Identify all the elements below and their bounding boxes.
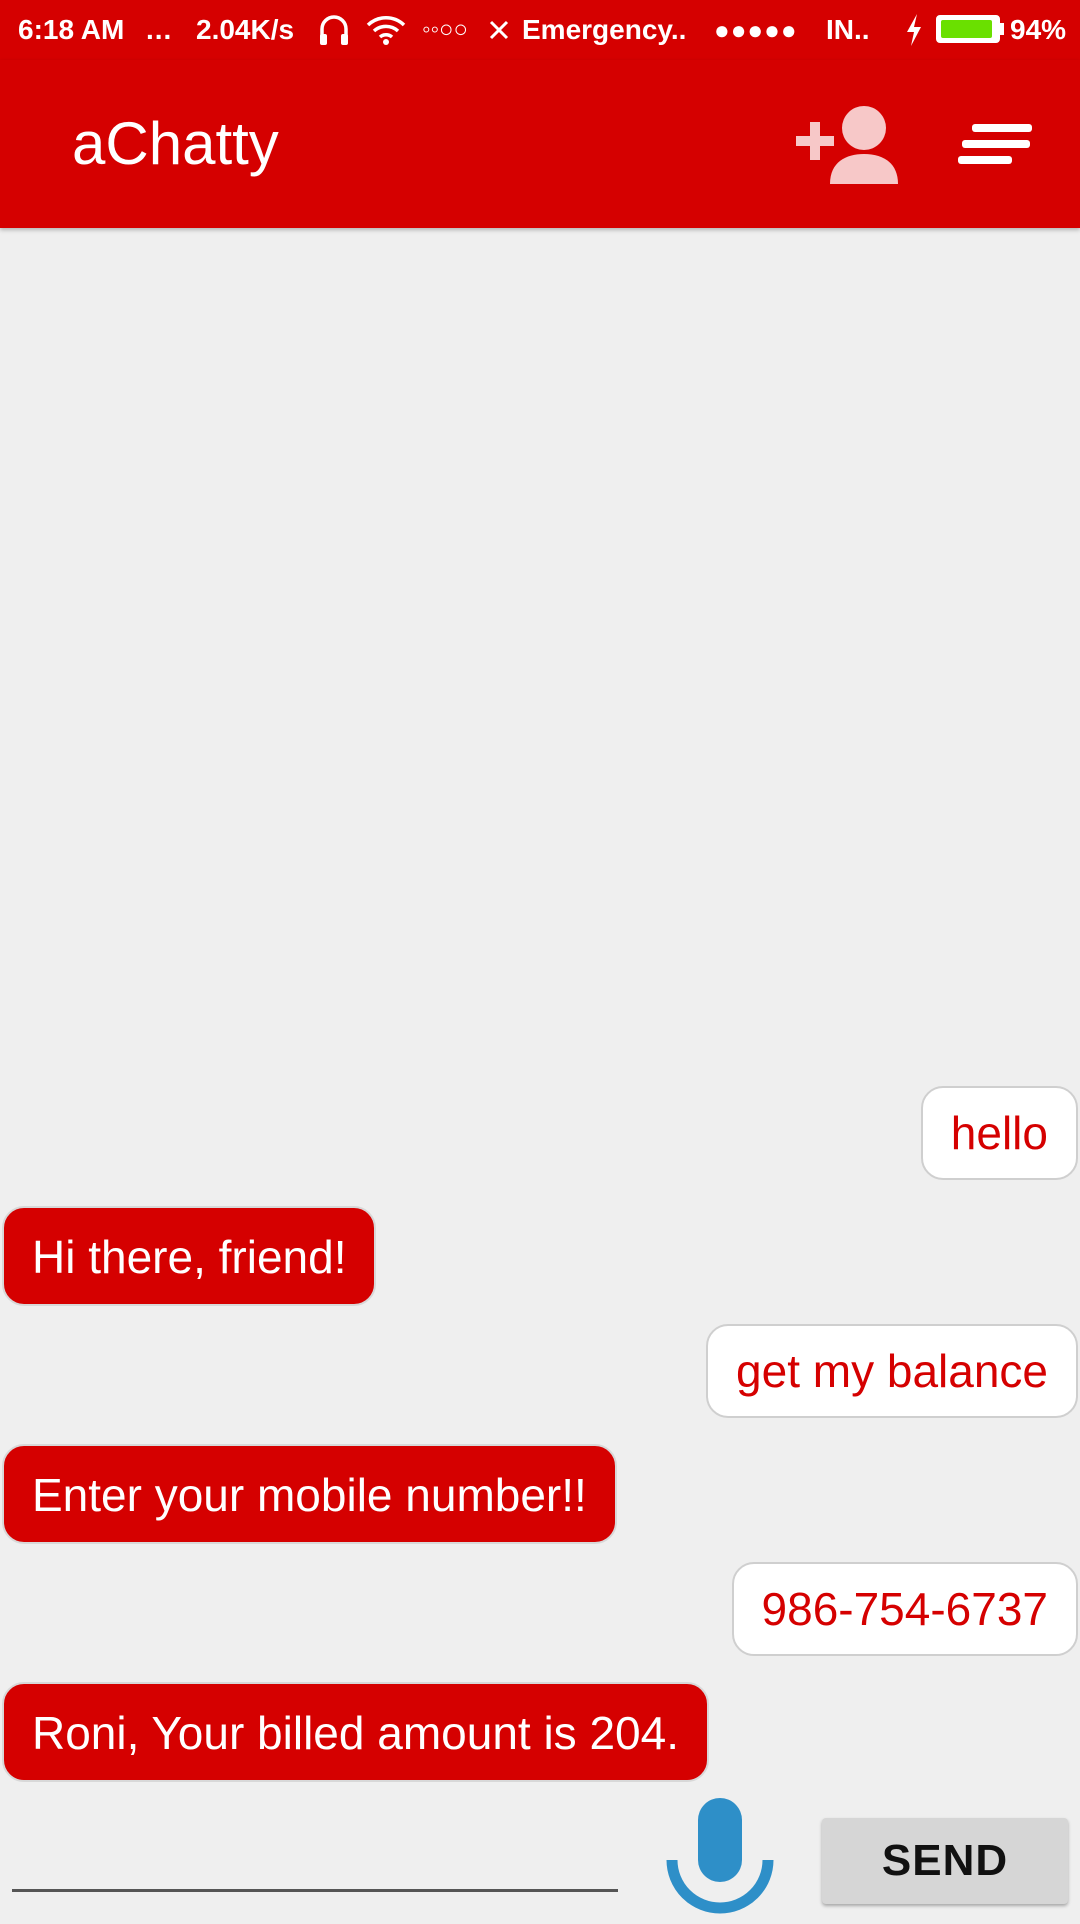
- headphones-icon: [318, 0, 350, 60]
- status-time: 6:18 AM: [18, 14, 125, 45]
- voice-input-button[interactable]: [660, 1796, 780, 1920]
- battery-icon: [936, 15, 1000, 43]
- menu-icon: [958, 124, 1032, 164]
- bot-message-bubble: Enter your mobile number!!: [2, 1444, 617, 1544]
- bot-message-bubble: Roni, Your billed amount is 204.: [2, 1682, 709, 1782]
- status-network-speed: 2.04K/s: [196, 14, 295, 45]
- message-input[interactable]: [12, 1820, 618, 1892]
- app-bar: aChatty: [0, 60, 1080, 228]
- status-battery-percent: 94%: [1010, 14, 1067, 45]
- no-signal-icon: [488, 0, 510, 60]
- microphone-icon: [666, 1798, 774, 1914]
- menu-button[interactable]: [950, 116, 1040, 176]
- status-signal-strong: ●●●●●: [714, 15, 798, 45]
- battery-tip: [1000, 23, 1004, 35]
- status-carrier: Emergency..: [522, 14, 687, 45]
- bot-message-bubble: Hi there, friend!: [2, 1206, 377, 1306]
- user-message-bubble: 986-754-6737: [731, 1562, 1078, 1656]
- wifi-icon: [366, 0, 406, 60]
- app-title: aChatty: [72, 110, 279, 177]
- status-bar: 6:18 AM ... 2.04K/s ◦◦○○ Emergency.. ●●●…: [0, 0, 1080, 60]
- user-message-bubble: get my balance: [706, 1324, 1078, 1418]
- user-message-bubble: hello: [920, 1086, 1078, 1180]
- add-contact-button[interactable]: [790, 96, 910, 192]
- chat-area: hello Hi there, friend! get my balance E…: [0, 228, 1080, 1788]
- add-user-icon: [796, 106, 898, 184]
- status-signal-weak: ◦◦○○: [422, 16, 469, 43]
- battery-level: [941, 20, 992, 38]
- charging-icon: [904, 0, 924, 60]
- send-button[interactable]: SEND: [822, 1818, 1068, 1904]
- status-carrier-2: IN..: [826, 14, 870, 45]
- status-more-dots: ...: [146, 14, 173, 45]
